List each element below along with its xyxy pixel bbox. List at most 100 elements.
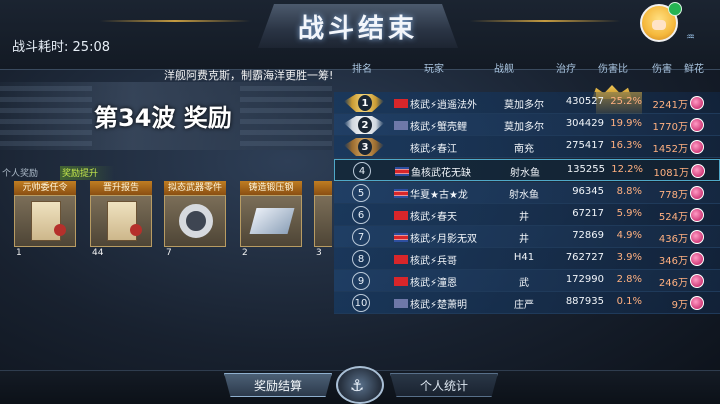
header-rank: 排名 bbox=[352, 64, 372, 75]
flower-icon[interactable] bbox=[690, 186, 704, 200]
tab-reward-boost[interactable]: 奖励提升 bbox=[62, 166, 98, 179]
damage-ratio: 4.9% bbox=[616, 230, 642, 241]
wave-decoration-right bbox=[240, 84, 332, 146]
header-flower: 鲜花 bbox=[684, 64, 704, 75]
flag-icon bbox=[394, 121, 408, 130]
leaderboard-header: 排名 玩家 战舰 治疗 伤害比 伤害 鲜花 bbox=[334, 60, 720, 76]
header-heal: 治疗 bbox=[556, 64, 576, 75]
reward-item[interactable]: 晋升报告 44 bbox=[90, 181, 158, 261]
flag-icon bbox=[394, 99, 408, 108]
page-title: 战斗结束 bbox=[297, 13, 418, 44]
rank-number: 3 bbox=[358, 139, 372, 155]
title-wing-left bbox=[100, 20, 250, 22]
flag-icon bbox=[394, 299, 408, 308]
forged-steel-icon bbox=[249, 208, 295, 234]
reward-count: 7 bbox=[166, 248, 172, 258]
damage-value: 778万 bbox=[658, 190, 688, 201]
rank-number: 6 bbox=[352, 206, 370, 224]
flower-icon[interactable] bbox=[690, 208, 704, 222]
reward-item[interactable]: 元帅委任令 1 bbox=[14, 181, 82, 261]
heal-value: 275417 bbox=[565, 140, 604, 151]
player-name[interactable]: 鱼核武花无缺 bbox=[411, 164, 471, 179]
header-player: 玩家 bbox=[424, 64, 444, 75]
leaderboard-row[interactable]: 7 核武⚡月影无双 井 72869 4.9% 436万 bbox=[334, 226, 720, 248]
damage-ratio: 16.3% bbox=[610, 140, 642, 151]
flower-icon[interactable] bbox=[691, 164, 705, 178]
damage-ratio: 8.8% bbox=[616, 186, 642, 197]
reward-count: 2 bbox=[242, 248, 248, 258]
heal-value: 430527 bbox=[565, 96, 604, 107]
damage-value: 346万 bbox=[658, 256, 688, 267]
flower-icon[interactable] bbox=[690, 96, 704, 110]
reward-item[interactable]: 拟态武器零件 7 bbox=[164, 181, 232, 261]
player-name[interactable]: 核武⚡楚萧明 bbox=[410, 296, 467, 311]
leaderboard-row[interactable]: 1 核武⚡逍遥法外 莫加多尔 430527 25.2% 2241万 bbox=[334, 92, 720, 114]
heal-value: 135255 bbox=[566, 164, 605, 175]
rank-number: 10 bbox=[352, 294, 370, 312]
personal-stats-button[interactable]: 个人统计 bbox=[390, 373, 498, 397]
rank-number: 5 bbox=[352, 184, 370, 202]
battle-time-value: 25:08 bbox=[72, 40, 110, 55]
rank-number: 1 bbox=[358, 95, 372, 111]
avatar-face bbox=[652, 20, 666, 30]
damage-ratio: 2.8% bbox=[616, 274, 642, 285]
player-name[interactable]: 核武⚡兵哥 bbox=[410, 252, 457, 267]
flip-flop-icon[interactable]: ♒ bbox=[686, 32, 695, 43]
weapon-part-icon bbox=[179, 204, 213, 238]
partial-item-icon bbox=[314, 195, 332, 247]
heal-value: 887935 bbox=[565, 296, 604, 307]
player-name[interactable]: 核武⚡逍遥法外 bbox=[410, 96, 477, 111]
damage-value: 246万 bbox=[658, 278, 688, 289]
reward-count: 3 bbox=[316, 248, 322, 258]
leaderboard-row[interactable]: 3 核武⚡春江 南充 275417 16.3% 1452万 bbox=[334, 136, 720, 158]
reward-box bbox=[240, 195, 302, 247]
damage-value: 436万 bbox=[658, 234, 688, 245]
flower-icon[interactable] bbox=[690, 140, 704, 154]
wave-reward-title: 第34波 奖励 bbox=[94, 104, 232, 132]
title-wing-right bbox=[470, 20, 620, 22]
player-name[interactable]: 华夏★古★龙 bbox=[410, 186, 468, 201]
damage-ratio: 0.1% bbox=[616, 296, 642, 307]
reward-label: 铸造锻压钢 bbox=[240, 181, 302, 195]
player-name[interactable]: 核武⚡潼恩 bbox=[410, 274, 457, 289]
seal-icon bbox=[54, 224, 66, 236]
reward-box bbox=[90, 195, 152, 247]
announcement-text: 洋舰阿费克斯，制霸海洋更胜一筹! bbox=[164, 69, 334, 82]
heal-value: 172990 bbox=[565, 274, 604, 285]
heal-value: 72869 bbox=[572, 230, 604, 241]
leaderboard-row[interactable]: 9 核武⚡潼恩 武 172990 2.8% 246万 bbox=[334, 270, 720, 292]
leaderboard-row-self[interactable]: 4 鱼核武花无缺 射水鱼 135255 12.2% 1081万 bbox=[334, 159, 720, 181]
reward-count: 1 bbox=[16, 248, 22, 258]
player-name[interactable]: 核武⚡春天 bbox=[410, 208, 457, 223]
heal-value: 96345 bbox=[572, 186, 604, 197]
damage-value: 9万 bbox=[671, 300, 688, 311]
rank-number: 9 bbox=[352, 272, 370, 290]
reward-label: 元帅委任令 bbox=[14, 181, 76, 195]
player-name[interactable]: 核武⚡春江 bbox=[410, 140, 457, 155]
reward-label: 拟态武器零件 bbox=[164, 181, 226, 195]
flag-icon bbox=[394, 189, 408, 198]
player-name[interactable]: 核武⚡蟹壳鲤 bbox=[410, 118, 467, 133]
leaderboard-row[interactable]: 8 核武⚡兵哥 H41 762727 3.9% 346万 bbox=[334, 248, 720, 270]
reward-item[interactable]: 铸造锻压钢 2 bbox=[240, 181, 308, 261]
flag-icon bbox=[394, 211, 408, 220]
leaderboard-row[interactable]: 10 核武⚡楚萧明 庄严 887935 0.1% 9万 bbox=[334, 292, 720, 314]
heal-value: 304429 bbox=[565, 118, 604, 129]
tab-personal-reward[interactable]: 个人奖励 bbox=[2, 166, 38, 179]
battle-time-label: 战斗耗时: bbox=[12, 40, 69, 55]
flower-icon[interactable] bbox=[690, 274, 704, 288]
flower-icon[interactable] bbox=[690, 296, 704, 310]
leaderboard-row[interactable]: 6 核武⚡春天 井 67217 5.9% 524万 bbox=[334, 204, 720, 226]
damage-ratio: 5.9% bbox=[616, 208, 642, 219]
flower-icon[interactable] bbox=[690, 118, 704, 132]
flag-icon bbox=[394, 277, 408, 286]
leaderboard-row[interactable]: 5 华夏★古★龙 射水鱼 96345 8.8% 778万 bbox=[334, 182, 720, 204]
player-name[interactable]: 核武⚡月影无双 bbox=[410, 230, 477, 245]
reward-count: 44 bbox=[92, 248, 104, 258]
reward-item[interactable]: 3 bbox=[314, 181, 332, 261]
flower-icon[interactable] bbox=[690, 252, 704, 266]
flower-icon[interactable] bbox=[690, 230, 704, 244]
damage-value: 1770万 bbox=[652, 122, 688, 133]
leaderboard-row[interactable]: 2 核武⚡蟹壳鲤 莫加多尔 304429 19.9% 1770万 bbox=[334, 114, 720, 136]
reward-settlement-button[interactable]: 奖励结算 bbox=[224, 373, 332, 397]
